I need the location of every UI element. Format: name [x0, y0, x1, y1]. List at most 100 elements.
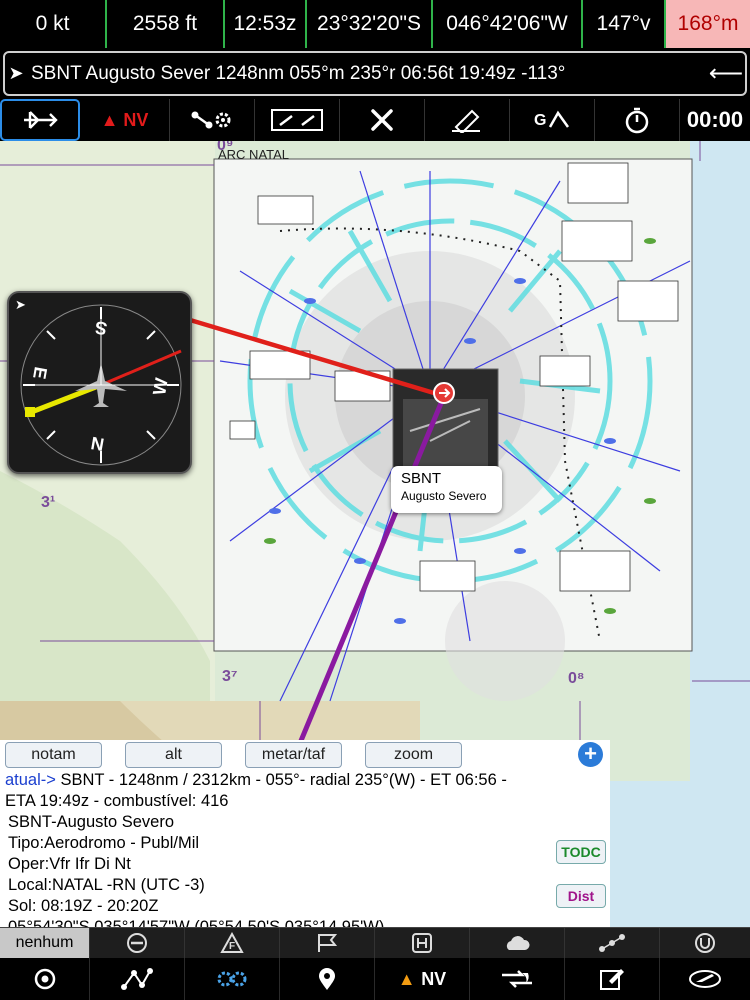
- goto-button[interactable]: G: [510, 99, 595, 141]
- info-airport-coords: 05°54'30"S 035°14'57"W (05°54.50'S 035°1…: [8, 918, 385, 927]
- stopwatch-icon: [625, 107, 649, 134]
- stopwatch-button[interactable]: [595, 99, 680, 141]
- layer-flag-button[interactable]: [280, 928, 375, 958]
- layer-weather-button[interactable]: [470, 928, 565, 958]
- latitude-readout[interactable]: 23°32'20"S: [307, 0, 433, 48]
- edit-button[interactable]: [565, 958, 660, 1000]
- latitude-value: 23°32'20"S: [317, 12, 421, 35]
- time-readout[interactable]: 12:53z: [225, 0, 307, 48]
- route-bar[interactable]: ➤ SBNT Augusto Sever 1248nm 055°m 235°r …: [3, 51, 747, 96]
- bottom-nav: ▲ NV: [0, 958, 750, 1000]
- route-path-icon: [121, 968, 153, 990]
- aircraft-symbol-icon: [24, 111, 58, 129]
- waypoint-button[interactable]: [280, 958, 375, 1000]
- back-arrow-icon[interactable]: ⟵: [707, 59, 745, 88]
- current-prefix: atual->: [5, 771, 56, 789]
- ruler-icon: [271, 109, 323, 131]
- route-button[interactable]: [90, 958, 185, 1000]
- layer-none-label: nenhum: [15, 934, 74, 951]
- tools-icon: [371, 109, 393, 131]
- current-summary: SBNT - 1248nm / 2312km - 055°- radial 23…: [55, 771, 507, 789]
- altitude-readout[interactable]: 2558 ft: [107, 0, 225, 48]
- target-icon: [34, 968, 55, 990]
- dist-button[interactable]: Dist: [556, 884, 606, 908]
- map-layers-button[interactable]: [470, 958, 565, 1000]
- info-line-current: atual-> SBNT - 1248nm / 2312km - 055°- r…: [5, 770, 605, 791]
- cloud-icon: [506, 936, 530, 950]
- nv-label: NV: [123, 109, 149, 130]
- compass-widget[interactable]: ➤ S W N E: [7, 291, 192, 474]
- altitude-value: 2558 ft: [132, 12, 198, 35]
- airport-callout[interactable]: SBNT Augusto Severo: [391, 466, 502, 513]
- edit-square-icon: [600, 969, 624, 990]
- measure-button[interactable]: [255, 99, 340, 141]
- timer-display[interactable]: 00:00: [680, 99, 750, 141]
- route-settings-button[interactable]: [170, 99, 255, 141]
- rotate-map-button[interactable]: [660, 958, 750, 1000]
- add-icon[interactable]: +: [578, 742, 603, 767]
- svg-text:G: G: [534, 112, 546, 129]
- track-value: 147°v: [596, 12, 651, 35]
- callout-code: SBNT: [401, 470, 442, 487]
- layer-none-button[interactable]: nenhum: [0, 928, 90, 958]
- grid-label-08: 0⁸: [568, 670, 585, 687]
- gears-icon: [217, 971, 247, 987]
- info-tabs: notam alt metar/taf zoom: [0, 740, 610, 770]
- time-value: 12:53z: [233, 12, 297, 35]
- goto-icon: G: [534, 110, 570, 129]
- status-bar: 0 kt 2558 ft 12:53z 23°32'20"S 046°42'06…: [0, 0, 750, 48]
- layer-route-button[interactable]: [565, 928, 660, 958]
- nv-bottom-label: NV: [421, 968, 447, 989]
- layer-heliport-button[interactable]: [375, 928, 470, 958]
- toolbar: ▲ NV G 00:00: [0, 99, 750, 141]
- aircraft-mode-button[interactable]: [0, 99, 80, 141]
- no-entry-icon: [127, 933, 147, 953]
- todc-button[interactable]: TODC: [556, 840, 606, 864]
- info-airport-sun: Sol: 08:19Z - 20:20Z: [8, 897, 159, 915]
- grid-label-09: 0⁹: [217, 141, 234, 154]
- timer-value: 00:00: [686, 107, 744, 132]
- layer-other-button[interactable]: [660, 928, 750, 958]
- draw-button[interactable]: [425, 99, 510, 141]
- longitude-value: 046°42'06"W: [446, 12, 568, 35]
- warning-triangle-orange-icon: ▲: [397, 968, 416, 989]
- track-readout[interactable]: 147°v: [583, 0, 666, 48]
- layer-prohibited-button[interactable]: [90, 928, 185, 958]
- info-text: atual-> SBNT - 1248nm / 2312km - 055°- r…: [0, 770, 610, 927]
- grid-label-37: 3⁷: [222, 668, 238, 685]
- u-circle-icon: [695, 933, 715, 953]
- layer-warning-button[interactable]: F: [185, 928, 280, 958]
- alt-button[interactable]: alt: [125, 742, 222, 768]
- route-summary: SBNT Augusto Sever 1248nm 055°m 235°r 06…: [31, 62, 566, 84]
- warning-triangle-icon: ▲: [100, 109, 119, 130]
- pen-icon: [452, 109, 480, 133]
- svg-text:F: F: [229, 941, 235, 952]
- heading-value: 168°m: [677, 12, 739, 35]
- layer-bar: nenhum F: [0, 927, 750, 958]
- warning-triangle-outline-icon: F: [220, 932, 244, 953]
- compass-rose: S W N E: [20, 304, 182, 466]
- grid-label-31: 3¹: [41, 494, 56, 511]
- flag-icon: [318, 934, 338, 952]
- rotate-plane-icon: [689, 970, 721, 988]
- notam-button[interactable]: notam: [5, 742, 102, 768]
- info-airport-oper: Oper:Vfr Ifr Di Nt: [8, 855, 131, 873]
- callout-name: Augusto Severo: [401, 489, 487, 503]
- longitude-readout[interactable]: 046°42'06"W: [433, 0, 583, 48]
- settings-button[interactable]: [185, 958, 280, 1000]
- nv-bottom-button[interactable]: ▲ NV: [375, 958, 470, 1000]
- metar-taf-button[interactable]: metar/taf: [245, 742, 342, 768]
- route-gear-icon: [191, 111, 231, 129]
- svg-text:N: N: [89, 433, 105, 455]
- map-exchange-icon: [502, 970, 532, 988]
- info-airport-local: Local:NATAL -RN (UTC -3): [8, 876, 205, 894]
- nv-toggle-button[interactable]: ▲ NV: [80, 99, 170, 141]
- heading-readout[interactable]: 168°m: [666, 0, 750, 48]
- locate-button[interactable]: [0, 958, 90, 1000]
- groundspeed-readout[interactable]: 0 kt: [0, 0, 107, 48]
- info-panel: notam alt metar/taf zoom + atual-> SBNT …: [0, 740, 610, 927]
- svg-text:E: E: [29, 365, 51, 380]
- zoom-button[interactable]: zoom: [365, 742, 462, 768]
- tools-button[interactable]: [340, 99, 425, 141]
- heliport-icon: [412, 933, 432, 953]
